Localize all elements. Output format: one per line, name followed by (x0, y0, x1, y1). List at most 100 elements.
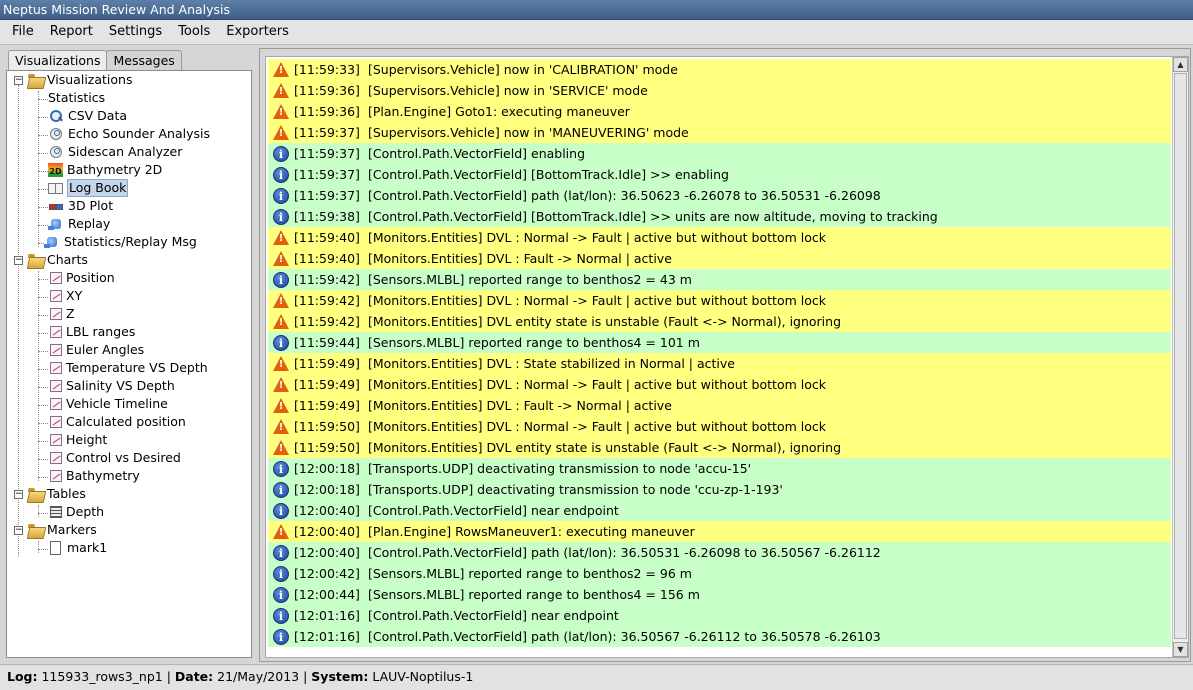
log-row[interactable]: [11:59:44] [Sensors.MLBL] reported range … (268, 332, 1171, 353)
tree-line (38, 441, 48, 442)
log-list: [11:59:33] [Supervisors.Vehicle] now in '… (268, 59, 1171, 647)
tree-item-chart-z[interactable]: Z (48, 305, 75, 323)
log-message: [Monitors.Entities] DVL : Fault -> Norma… (368, 251, 672, 266)
tree-line (38, 271, 39, 481)
warning-icon (273, 250, 289, 267)
tree-item-chart-vehicle-timeline[interactable]: Vehicle Timeline (48, 395, 168, 413)
log-row[interactable]: [11:59:37] [Control.Path.VectorField] [Bo… (268, 164, 1171, 185)
warning-icon (273, 523, 289, 540)
tree-label: Echo Sounder Analysis (68, 126, 210, 141)
tree-item-log-book[interactable]: Log Book (48, 179, 129, 197)
tree-label: Temperature VS Depth (66, 360, 208, 375)
log-row[interactable]: [11:59:33] [Supervisors.Vehicle] now in '… (268, 59, 1171, 80)
log-row[interactable]: [11:59:50] [Monitors.Entities] DVL : Norm… (268, 416, 1171, 437)
log-row[interactable]: [11:59:49] [Monitors.Entities] DVL : Faul… (268, 395, 1171, 416)
tree-item-echo-sounder[interactable]: Echo Sounder Analysis (48, 125, 210, 143)
log-row[interactable]: [12:00:40] [Control.Path.VectorField] pat… (268, 542, 1171, 563)
log-row[interactable]: [12:00:44] [Sensors.MLBL] reported range … (268, 584, 1171, 605)
tree-item-chart-bathymetry[interactable]: Bathymetry (48, 467, 140, 485)
tree-item-chart-euler-angles[interactable]: Euler Angles (48, 341, 144, 359)
log-row[interactable]: [11:59:36] [Supervisors.Vehicle] now in '… (268, 80, 1171, 101)
tree-item-statistics-replay[interactable]: Statistics/Replay Msg (44, 233, 197, 251)
tree-item-chart-lbl-ranges[interactable]: LBL ranges (48, 323, 135, 341)
log-time: [11:59:44] (294, 335, 360, 350)
log-time: [11:59:49] (294, 398, 360, 413)
log-row[interactable]: [12:00:18] [Transports.UDP] deactivating … (268, 479, 1171, 500)
log-row[interactable]: [11:59:36] [Plan.Engine] Goto1: executing… (268, 101, 1171, 122)
tree-folder-markers[interactable]: Markers (27, 521, 97, 539)
chart-icon (50, 362, 62, 374)
log-row[interactable]: [11:59:37] [Control.Path.VectorField] ena… (268, 143, 1171, 164)
log-row[interactable]: [12:00:42] [Sensors.MLBL] reported range … (268, 563, 1171, 584)
tree-folder-visualizations[interactable]: Visualizations (27, 71, 132, 89)
tree-item-csv-data[interactable]: CSV Data (48, 107, 127, 125)
log-time: [12:00:44] (294, 587, 360, 602)
tree-item-chart-position[interactable]: Position (48, 269, 115, 287)
collapse-visualizations-icon[interactable]: − (14, 76, 23, 85)
chart-icon (50, 452, 62, 464)
log-time: [12:01:16] (294, 629, 360, 644)
log-row[interactable]: [11:59:50] [Monitors.Entities] DVL entity… (268, 437, 1171, 458)
log-time: [11:59:42] (294, 314, 360, 329)
menu-report[interactable]: Report (42, 20, 101, 44)
log-time: [11:59:36] (294, 104, 360, 119)
tree-item-statistics[interactable]: Statistics (48, 89, 105, 107)
scroll-up-icon[interactable]: ▲ (1173, 57, 1188, 72)
tree-item-sidescan[interactable]: Sidescan Analyzer (48, 143, 182, 161)
tree-item-chart-xy[interactable]: XY (48, 287, 82, 305)
tab-messages[interactable]: Messages (106, 50, 182, 70)
log-row[interactable]: [11:59:49] [Monitors.Entities] DVL : Norm… (268, 374, 1171, 395)
scroll-down-icon[interactable]: ▼ (1173, 642, 1188, 657)
tree-item-chart-height[interactable]: Height (48, 431, 107, 449)
bathymetry-2d-icon: 2D (48, 163, 63, 177)
log-row[interactable]: [11:59:37] [Supervisors.Vehicle] now in '… (268, 122, 1171, 143)
collapse-markers-icon[interactable]: − (14, 526, 23, 535)
log-row[interactable]: [12:00:40] [Control.Path.VectorField] nea… (268, 500, 1171, 521)
tree-item-table-depth[interactable]: Depth (48, 503, 104, 521)
chart-icon (50, 326, 62, 338)
menu-tools[interactable]: Tools (170, 20, 218, 44)
warning-icon (273, 124, 289, 141)
tree-item-chart-calculated-position[interactable]: Calculated position (48, 413, 186, 431)
log-row[interactable]: [12:00:18] [Transports.UDP] deactivating … (268, 458, 1171, 479)
log-row[interactable]: [11:59:42] [Monitors.Entities] DVL entity… (268, 311, 1171, 332)
tree-label: LBL ranges (66, 324, 136, 339)
vertical-scrollbar[interactable]: ▲ ▼ (1172, 57, 1188, 657)
log-scroll-area[interactable]: [11:59:33] [Supervisors.Vehicle] now in '… (265, 56, 1189, 658)
book-icon (48, 182, 63, 194)
log-row[interactable]: [11:59:49] [Monitors.Entities] DVL : Stat… (268, 353, 1171, 374)
log-row[interactable]: [11:59:40] [Monitors.Entities] DVL : Norm… (268, 227, 1171, 248)
tree-line (38, 549, 48, 550)
menu-exporters[interactable]: Exporters (218, 20, 297, 44)
tree-item-mark1[interactable]: mark1 (48, 539, 107, 557)
tree-item-chart-control-vs-desired[interactable]: Control vs Desired (48, 449, 181, 467)
info-icon (273, 502, 289, 519)
collapse-charts-icon[interactable]: − (14, 256, 23, 265)
log-row[interactable]: [11:59:42] [Sensors.MLBL] reported range … (268, 269, 1171, 290)
log-row[interactable]: [12:01:16] [Control.Path.VectorField] pat… (268, 626, 1171, 647)
menu-file[interactable]: File (4, 20, 42, 44)
menu-settings[interactable]: Settings (101, 20, 170, 44)
tree-item-replay[interactable]: Replay (48, 215, 110, 233)
scrollbar-thumb[interactable] (1174, 73, 1187, 639)
log-row[interactable]: [12:01:16] [Control.Path.VectorField] nea… (268, 605, 1171, 626)
tab-visualizations[interactable]: Visualizations (8, 50, 108, 71)
info-icon (273, 565, 289, 582)
tree-item-3d-plot[interactable]: 3D Plot (48, 197, 113, 215)
log-row[interactable]: [11:59:37] [Control.Path.VectorField] pat… (268, 185, 1171, 206)
tree-item-chart-salinity-depth[interactable]: Salinity VS Depth (48, 377, 175, 395)
log-row[interactable]: [12:00:40] [Plan.Engine] RowsManeuver1: e… (268, 521, 1171, 542)
log-row[interactable]: [11:59:38] [Control.Path.VectorField] [Bo… (268, 206, 1171, 227)
tree-folder-charts[interactable]: Charts (27, 251, 88, 269)
tree-item-chart-temperature-depth[interactable]: Temperature VS Depth (48, 359, 208, 377)
tree-label: mark1 (67, 540, 108, 555)
tree-item-bathymetry-2d[interactable]: 2D Bathymetry 2D (48, 161, 162, 179)
status-bar: Log: 115933_rows3_np1 | Date: 21/May/201… (0, 664, 1193, 690)
status-separator: | (162, 669, 175, 684)
log-row[interactable]: [11:59:42] [Monitors.Entities] DVL : Norm… (268, 290, 1171, 311)
info-icon (273, 544, 289, 561)
log-row[interactable]: [11:59:40] [Monitors.Entities] DVL : Faul… (268, 248, 1171, 269)
collapse-tables-icon[interactable]: − (14, 490, 23, 499)
tree-folder-tables[interactable]: Tables (27, 485, 86, 503)
info-icon (273, 166, 289, 183)
